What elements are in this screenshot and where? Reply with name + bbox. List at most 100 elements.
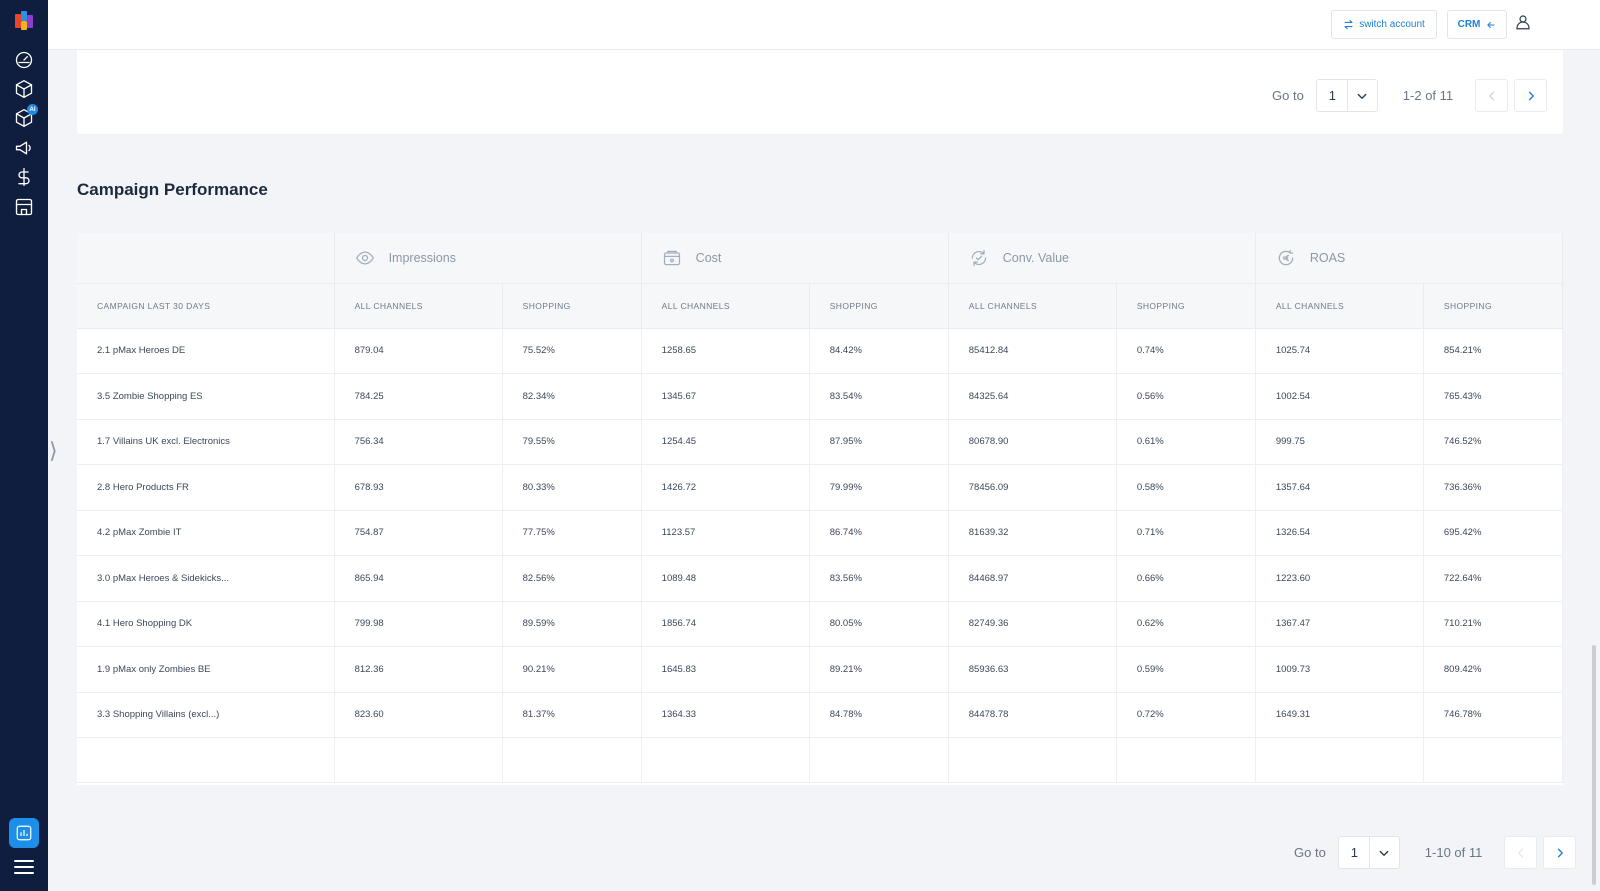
next-page-button[interactable]: [1543, 836, 1577, 869]
impressions-all: 678.93: [334, 464, 503, 511]
page-scrollbar[interactable]: [1592, 645, 1596, 885]
cost-all: 1426.72: [641, 464, 810, 511]
campaign-name: 3.0 pMax Heroes & Sidekicks...: [77, 555, 335, 602]
switch-arrows-icon: [1344, 19, 1353, 30]
table-row[interactable]: 4.1 Hero Shopping DK 799.98 89.59% 1856.…: [77, 601, 1564, 647]
impressions-all: 754.87: [334, 510, 503, 556]
group-label: Impressions: [388, 250, 456, 265]
eye-icon: [355, 251, 374, 265]
sidebar: AI: [0, 0, 48, 891]
impressions-all: 756.34: [334, 419, 503, 465]
conv-all: 84468.97: [948, 555, 1117, 602]
crm-button[interactable]: CRM: [1447, 10, 1507, 39]
table-row[interactable]: 2.1 pMax Heroes DE 879.04 75.52% 1258.65…: [77, 328, 1564, 374]
impressions-shopping: 77.75%: [502, 510, 642, 556]
cost-shopping: 84.42%: [809, 328, 949, 374]
col-header-roas-shopping[interactable]: SHOPPING: [1423, 282, 1564, 329]
chevron-right-icon: [1528, 91, 1534, 100]
empty-cell: [641, 737, 810, 783]
goto-label: Go to: [1272, 88, 1304, 103]
finance-dollar-icon[interactable]: [13, 166, 35, 188]
table-row[interactable]: 2.8 Hero Products FR 678.93 80.33% 1426.…: [77, 464, 1564, 511]
products-cube-icon[interactable]: [13, 78, 35, 100]
campaign-name: 3.5 Zombie Shopping ES: [77, 373, 335, 420]
roas-shopping: 809.42%: [1423, 646, 1564, 693]
conv-all: 78456.09: [948, 464, 1117, 511]
reports-chart-icon[interactable]: [9, 818, 39, 848]
empty-cell: [77, 737, 335, 783]
chevron-down-icon[interactable]: [1346, 79, 1377, 112]
campaign-name: 2.1 pMax Heroes DE: [77, 328, 335, 374]
goto-label: Go to: [1294, 845, 1326, 860]
campaigns-megaphone-icon[interactable]: [13, 137, 35, 159]
cost-all: 1254.45: [641, 419, 810, 465]
table-row[interactable]: 3.5 Zombie Shopping ES 784.25 82.34% 134…: [77, 373, 1564, 420]
conv-all: 84325.64: [948, 373, 1117, 420]
roas-shopping: 722.64%: [1423, 555, 1564, 602]
group-header-roas: ROAS: [1255, 233, 1564, 283]
col-header-conv-all[interactable]: ALL CHANNELS: [948, 282, 1117, 329]
menu-hamburger-icon[interactable]: [14, 860, 34, 876]
col-header-impressions-shopping[interactable]: SHOPPING: [502, 282, 642, 329]
prev-page-button[interactable]: [1504, 836, 1538, 869]
cost-shopping: 79.99%: [809, 464, 949, 511]
table-row[interactable]: 3.0 pMax Heroes & Sidekicks... 865.94 82…: [77, 555, 1564, 602]
cost-shopping: 89.21%: [809, 646, 949, 693]
roas-all: 1649.31: [1255, 692, 1424, 738]
impressions-all: 865.94: [334, 555, 503, 602]
col-header-cost-shopping[interactable]: SHOPPING: [809, 282, 949, 329]
chevron-down-icon[interactable]: [1368, 836, 1399, 869]
table-row[interactable]: 1.9 pMax only Zombies BE 812.36 90.21% 1…: [77, 646, 1564, 693]
switch-account-button[interactable]: switch account: [1331, 10, 1437, 39]
conv-shopping: 0.58%: [1116, 464, 1256, 511]
roas-all: 1326.54: [1255, 510, 1424, 556]
col-header-roas-all[interactable]: ALL CHANNELS: [1255, 282, 1424, 329]
next-page-button[interactable]: [1514, 79, 1548, 112]
empty-cell: [502, 737, 642, 783]
refresh-check-icon: [971, 249, 987, 266]
cost-all: 1089.48: [641, 555, 810, 602]
cost-all: 1345.67: [641, 373, 810, 420]
expand-sidebar-chevron-icon[interactable]: ⟩: [49, 436, 61, 466]
page-select[interactable]: 1: [1315, 79, 1378, 112]
chevron-right-icon: [1557, 848, 1563, 857]
table-row[interactable]: 1.7 Villains UK excl. Electronics 756.34…: [77, 419, 1564, 465]
impressions-all: 823.60: [334, 692, 503, 738]
empty-cell: [1423, 737, 1564, 783]
impressions-shopping: 75.52%: [502, 328, 642, 374]
roas-all: 1357.64: [1255, 464, 1424, 511]
page-range: 1-10 of 11: [1424, 845, 1483, 860]
previous-table-card: Go to 1 1-2 of 11: [77, 50, 1563, 134]
store-icon[interactable]: [13, 196, 35, 218]
impressions-shopping: 82.56%: [502, 555, 642, 602]
page-select[interactable]: 1: [1337, 836, 1400, 869]
impressions-shopping: 82.34%: [502, 373, 642, 420]
col-header-impressions-all[interactable]: ALL CHANNELS: [334, 282, 503, 329]
user-profile-icon[interactable]: [1514, 13, 1534, 33]
col-header-conv-shopping[interactable]: SHOPPING: [1116, 282, 1256, 329]
empty-cell: [334, 737, 503, 783]
campaign-name: 4.1 Hero Shopping DK: [77, 601, 335, 647]
conv-shopping: 0.66%: [1116, 555, 1256, 602]
roas-shopping: 736.36%: [1423, 464, 1564, 511]
conv-all: 81639.32: [948, 510, 1117, 556]
page-select-value: 1: [1350, 845, 1359, 860]
conv-shopping: 0.74%: [1116, 328, 1256, 374]
cost-all: 1364.33: [641, 692, 810, 738]
impressions-all: 799.98: [334, 601, 503, 647]
prev-page-button[interactable]: [1475, 79, 1509, 112]
dashboard-gauge-icon[interactable]: [13, 49, 35, 71]
conv-shopping: 0.56%: [1116, 373, 1256, 420]
table-row[interactable]: 3.3 Shopping Villains (excl...) 823.60 8…: [77, 692, 1564, 738]
ai-products-cube-icon[interactable]: AI: [13, 104, 38, 129]
top-bar: switch account CRM: [48, 0, 1600, 50]
roas-shopping: 746.52%: [1423, 419, 1564, 465]
roas-all: 1223.60: [1255, 555, 1424, 602]
col-header-cost-all[interactable]: ALL CHANNELS: [641, 282, 810, 329]
cost-shopping: 87.95%: [809, 419, 949, 465]
app-logo[interactable]: [14, 10, 34, 32]
table-row[interactable]: 4.2 pMax Zombie IT 754.87 77.75% 1123.57…: [77, 510, 1564, 556]
impressions-all: 879.04: [334, 328, 503, 374]
col-header-campaign[interactable]: CAMPAIGN LAST 30 DAYS: [77, 282, 335, 329]
conv-all: 82749.36: [948, 601, 1117, 647]
